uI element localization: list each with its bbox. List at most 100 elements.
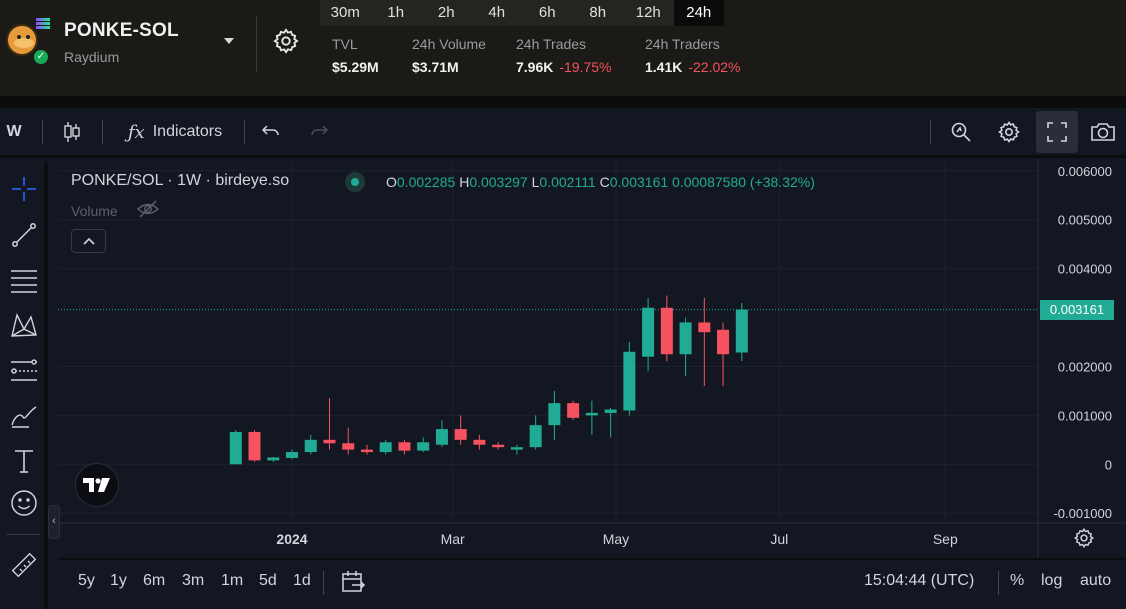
brush-icon (11, 406, 37, 428)
emoji-tool[interactable] (8, 487, 40, 519)
price-axis-label: 0.004000 (1058, 262, 1112, 277)
function-fx-icon: ƒx (127, 121, 145, 143)
time-axis-label: Jul (770, 531, 788, 547)
candlestick-icon (64, 122, 80, 142)
tab-2h[interactable]: 2h (421, 0, 472, 26)
time-axis-label: Mar (441, 531, 465, 547)
tab-1h[interactable]: 1h (371, 0, 422, 26)
change-value: 0.00087580 (+38.32%) (672, 174, 815, 190)
zoom-search-icon (951, 122, 971, 142)
percent-scale-toggle[interactable]: % (1010, 572, 1024, 590)
ruler-icon (11, 552, 37, 578)
utc-clock[interactable]: 15:04:44 (UTC) (864, 572, 974, 590)
stat-label: 24h Trades (516, 36, 587, 52)
candle-body (698, 322, 711, 333)
redo-icon (311, 125, 329, 136)
fib-retracement-tool[interactable] (8, 265, 40, 297)
trend-line-tool[interactable] (8, 219, 40, 251)
volume-indicator-label[interactable]: Volume (71, 203, 118, 219)
chevron-up-icon (82, 237, 95, 245)
price-axis-label: -0.001000 (1053, 506, 1112, 521)
price-axis-label: 0 (1105, 457, 1112, 472)
redo-button[interactable] (306, 108, 332, 156)
screenshot-button[interactable] (1088, 108, 1118, 156)
text-icon (15, 450, 33, 473)
candle-body (435, 429, 448, 445)
interval-button[interactable]: W (2, 108, 26, 156)
range-1m[interactable]: 1m (221, 572, 243, 590)
price-axis-label: 0.001000 (1058, 408, 1112, 423)
tab-30m[interactable]: 30m (320, 0, 371, 26)
candle-body (379, 442, 392, 453)
fullscreen-button[interactable] (1036, 111, 1078, 153)
high-label: H (459, 174, 470, 190)
toolbar-divider (102, 120, 103, 144)
pair-dex: Raydium (64, 49, 120, 65)
trend-line-icon (12, 223, 36, 247)
pair-header: ✓ PONKE-SOL Raydium 30m 1h 2h 4h 6h 8h 1… (0, 0, 1126, 96)
stat-value: $5.29M (332, 59, 379, 75)
range-5d[interactable]: 5d (259, 572, 277, 590)
auto-scale-toggle[interactable]: auto (1080, 572, 1111, 590)
stat-value-row: 1.41K -22.02% (645, 59, 741, 75)
hidden-eye-icon[interactable] (136, 199, 160, 219)
candle-body (286, 452, 298, 458)
candle-body (342, 443, 355, 450)
ponke-token-logo (6, 24, 38, 56)
measure-tool[interactable] (8, 549, 40, 581)
close-label: C (599, 174, 610, 190)
undo-button[interactable] (258, 108, 284, 156)
range-1d[interactable]: 1d (293, 572, 311, 590)
settings-gear-icon[interactable] (272, 27, 300, 55)
collapse-legend-button[interactable] (71, 229, 106, 253)
axis-settings-icon[interactable] (1073, 527, 1095, 549)
toolbar-collapse-handle[interactable]: ‹ (48, 505, 60, 539)
candle-body (660, 307, 673, 355)
crosshair-tool[interactable] (8, 173, 40, 205)
log-scale-toggle[interactable]: log (1041, 572, 1062, 590)
indicators-label: Indicators (152, 123, 223, 140)
range-5y[interactable]: 5y (78, 572, 95, 590)
candle-body (473, 439, 486, 445)
candle-body (304, 439, 317, 453)
header-gap (0, 96, 1126, 108)
pair-dropdown-caret-icon[interactable] (222, 34, 236, 48)
stat-tvl: TVL $5.29M (332, 36, 379, 75)
text-tool[interactable] (8, 445, 40, 477)
last-price-badge: 0.003161 (1040, 299, 1114, 320)
tools-divider (6, 534, 40, 535)
range-6m[interactable]: 6m (143, 572, 165, 590)
drawing-toolbar (0, 161, 48, 609)
projection-tool[interactable] (8, 355, 40, 387)
fullscreen-icon (1047, 122, 1067, 142)
stat-label: TVL (332, 36, 358, 52)
quick-search-button[interactable] (946, 108, 976, 156)
range-1y[interactable]: 1y (110, 572, 127, 590)
tradingview-logo[interactable] (75, 463, 119, 507)
tab-24h[interactable]: 24h (673, 0, 724, 26)
tab-4h[interactable]: 4h (472, 0, 523, 26)
range-3m[interactable]: 3m (182, 572, 204, 590)
tab-12h[interactable]: 12h (623, 0, 674, 26)
candle-body (510, 447, 523, 450)
market-status-dot (345, 172, 365, 192)
tab-8h[interactable]: 8h (573, 0, 624, 26)
pattern-xabcd-icon (11, 312, 37, 337)
stat-value: 1.41K (645, 59, 683, 75)
candle-body (585, 412, 598, 416)
price-axis-label: 0.002000 (1058, 359, 1112, 374)
goto-date-icon[interactable] (340, 569, 366, 595)
stat-traders: 24h Traders 1.41K -22.02% (645, 36, 741, 75)
candlestick-chart[interactable]: 0.006000 0.005000 0.004000 0.002000 0.001000… (58, 161, 1126, 609)
candle-body (248, 432, 261, 461)
pattern-tool[interactable] (8, 309, 40, 341)
chart-settings-button[interactable] (994, 108, 1024, 156)
indicators-button[interactable]: ƒx Indicators (120, 108, 230, 156)
price-axis-label: 0.006000 (1058, 164, 1112, 179)
timeframe-tabs: 30m 1h 2h 4h 6h 8h 12h 24h (320, 0, 724, 26)
tab-6h[interactable]: 6h (522, 0, 573, 26)
candle-style-button[interactable] (58, 108, 86, 156)
time-axis-label: May (603, 531, 629, 547)
chart-bottom-bar: 5y 1y 6m 3m 1m 5d 1d 15:04:44 (UTC) % lo… (58, 558, 1126, 609)
brush-tool[interactable] (8, 399, 40, 431)
